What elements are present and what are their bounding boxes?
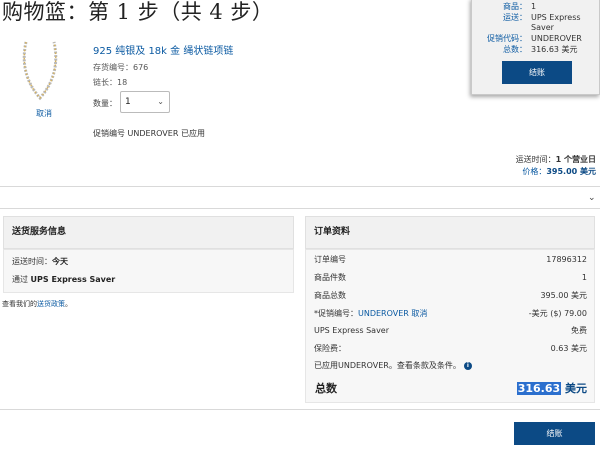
total-amount: 316.63 — [516, 382, 562, 395]
quantity-value: 1 — [125, 97, 131, 107]
price-value: 395.00 美元 — [546, 167, 596, 176]
remove-promo-link[interactable]: 取消 — [411, 309, 427, 318]
order-value: 0.63 美元 — [550, 344, 587, 353]
order-label[interactable]: 已应用UNDEROVER。查看条款及条件。 — [314, 361, 461, 370]
shipping-policy-note: 查看我们的送货政策。 — [2, 299, 72, 309]
delivery-via-label: 通过 — [12, 275, 31, 284]
shipping-policy-link[interactable]: 送货政策 — [37, 300, 65, 308]
order-value: 395.00 美元 — [540, 291, 587, 300]
order-value: 免费 — [571, 326, 587, 335]
summary-label: 运送： — [503, 13, 527, 22]
order-label: 保险费： — [314, 344, 346, 353]
cancel-item-link[interactable]: 取消 — [36, 108, 52, 119]
policy-suffix: 。 — [65, 300, 72, 308]
promo-row-label: *促销编号：UNDEROVER 取消 — [314, 309, 427, 319]
delivery-time-value: 今天 — [52, 257, 68, 266]
price-label: 价格： — [522, 167, 547, 176]
summary-value: UPS Express — [531, 13, 581, 22]
order-heading: 订单资料 — [305, 216, 595, 249]
order-value: 1 — [581, 273, 587, 282]
order-label: 商品件数 — [314, 273, 346, 282]
total-value: 316.63 美元 — [516, 380, 587, 396]
summary-label: 总数： — [503, 45, 527, 54]
chevron-down-icon[interactable]: ⌄ — [588, 193, 596, 203]
info-icon[interactable]: i — [463, 361, 472, 370]
cart-summary-popup: 商品： 1 运送： UPS Express Saver 促销代码： UNDERO… — [471, 0, 600, 95]
summary-value: 1 — [531, 2, 537, 11]
ship-time-label: 运送时间： — [515, 155, 556, 164]
promo-code: UNDEROVER — [358, 309, 409, 318]
order-label: 商品总数 — [314, 291, 346, 300]
chevron-down-icon: ⌄ — [157, 97, 164, 106]
order-total: 总数 316.63 美元 — [314, 380, 587, 396]
product-name-link[interactable]: 925 纯银及 18k 金 绳状链项链 — [93, 42, 233, 57]
summary-value: UNDEROVER — [531, 34, 582, 43]
product-image[interactable] — [18, 40, 64, 104]
order-value: -美元 ($) 79.00 — [528, 309, 587, 318]
summary-value: 316.63 美元 — [531, 45, 578, 54]
divider — [0, 409, 600, 410]
delivery-time: 运送时间：今天 — [12, 256, 68, 267]
page-title: 购物篮：第 1 步（共 4 步） — [2, 0, 274, 24]
item-price: 价格：395.00 美元 — [522, 166, 596, 177]
promo-applied-note: 促销编号 UNDEROVER 已应用 — [93, 129, 205, 138]
delivery-via-value: UPS Express Saver — [30, 275, 116, 284]
divider — [0, 186, 600, 187]
terms-line: 已应用UNDEROVER。查看条款及条件。 i — [314, 361, 472, 371]
quantity-select[interactable]: 1 ⌄ — [120, 91, 170, 113]
delivery-carrier: 通过 UPS Express Saver — [12, 274, 115, 285]
delivery-heading: 送货服务信息 — [3, 216, 294, 249]
total-currency: 美元 — [561, 382, 587, 395]
summary-label: 促销代码： — [487, 34, 527, 43]
total-label: 总数 — [315, 382, 337, 395]
divider — [0, 208, 600, 209]
order-label: *促销编号： — [314, 309, 358, 318]
item-ship-time: 运送时间：1 个营业日 — [516, 154, 596, 165]
checkout-button[interactable]: 结账 — [514, 422, 595, 445]
policy-prefix: 查看我们的 — [2, 300, 37, 308]
summary-label: 商品： — [503, 2, 527, 11]
summary-value: Saver — [531, 23, 554, 32]
quantity-label: 数量： — [93, 99, 117, 108]
ship-time-value: 1 个营业日 — [555, 155, 596, 164]
order-label: 订单编号 — [314, 255, 346, 264]
summary-checkout-button[interactable]: 结账 — [502, 61, 572, 84]
stock-number: 存货编号：676 — [93, 63, 149, 72]
chain-length: 链长：18 — [93, 78, 128, 87]
order-label: UPS Express Saver — [314, 326, 390, 335]
order-value: 17896312 — [546, 255, 587, 264]
delivery-time-label: 运送时间： — [12, 257, 52, 266]
